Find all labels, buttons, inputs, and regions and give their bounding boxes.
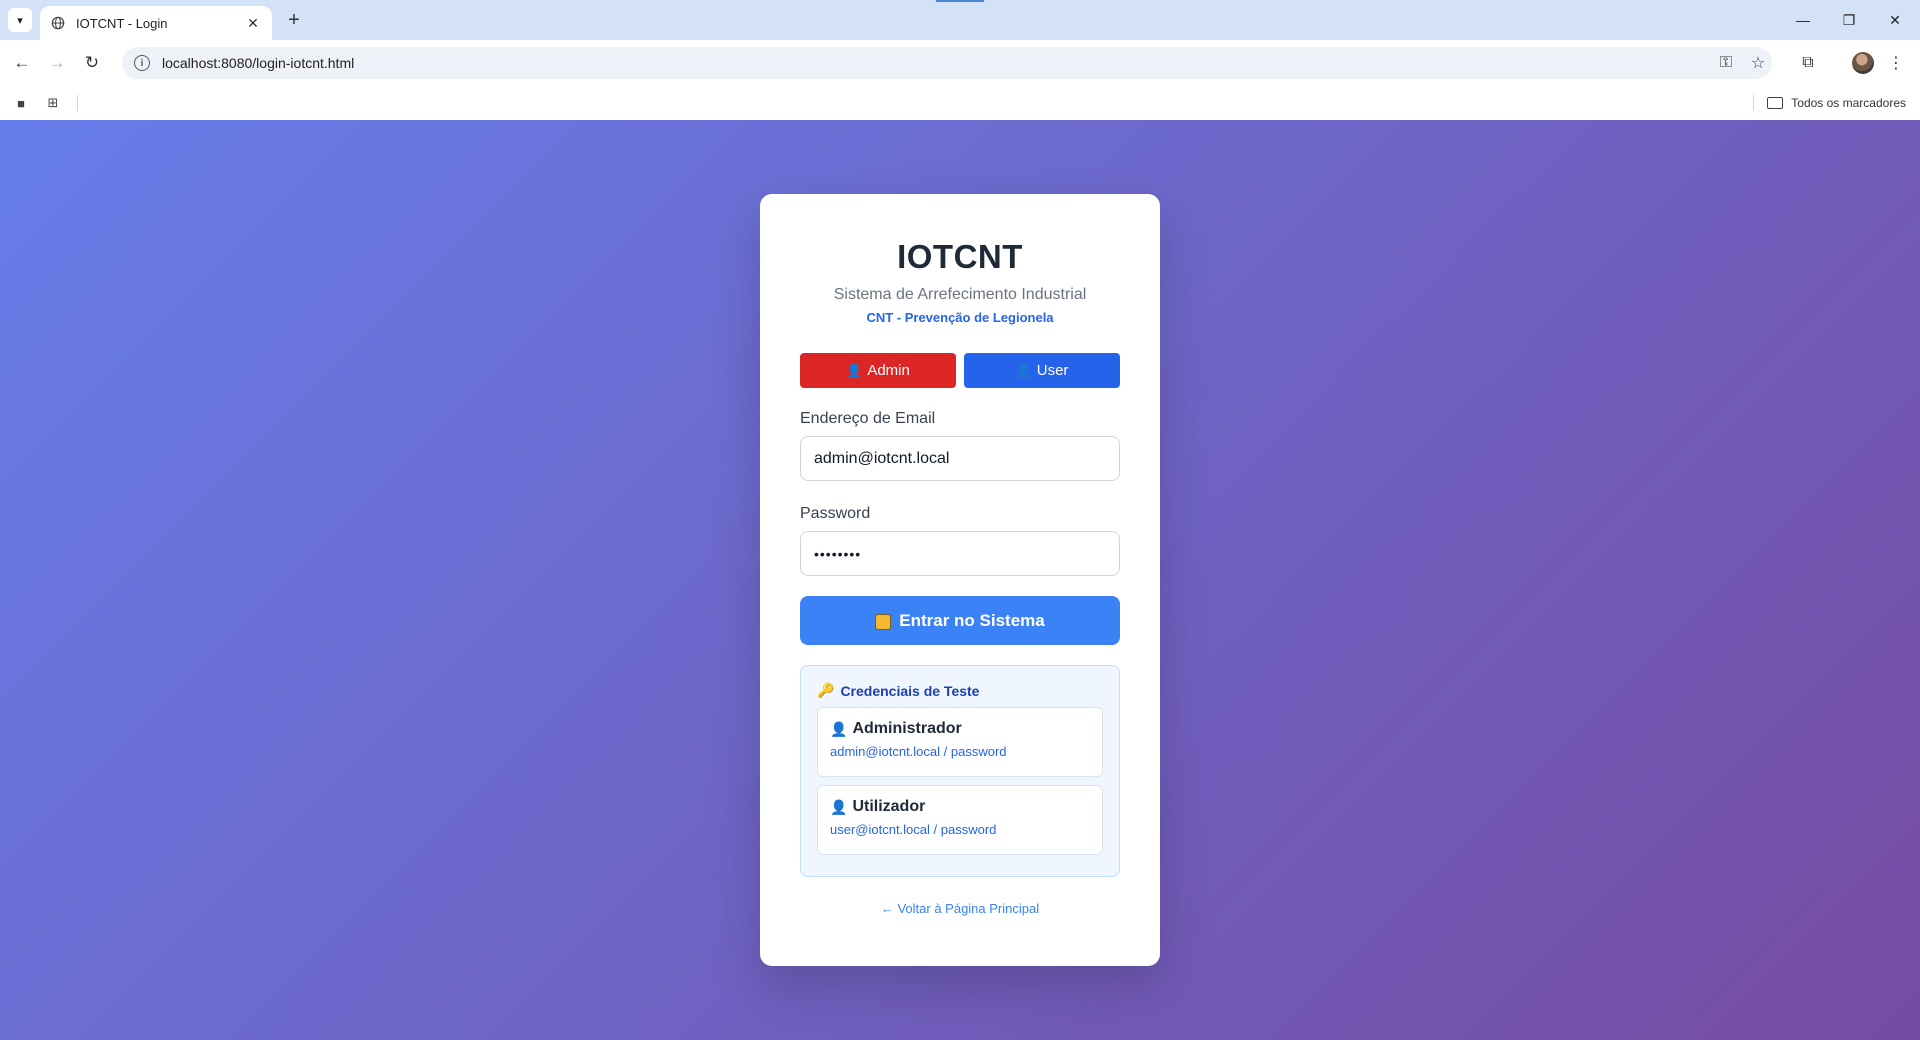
- all-bookmarks-folder[interactable]: Todos os marcadores: [1767, 92, 1906, 114]
- address-bar[interactable]: i localhost:8080/login-iotcnt.html: [122, 47, 1772, 79]
- close-window-button[interactable]: ✕: [1872, 0, 1918, 40]
- email-label: Endereço de Email: [800, 410, 936, 427]
- user-role-button[interactable]: 👤 User: [964, 353, 1120, 388]
- credential-user[interactable]: 👤 Utilizador user@iotcnt.local / passwor…: [817, 785, 1103, 855]
- extensions-icon[interactable]: ⧉: [1794, 49, 1822, 77]
- brand-title: IOTCNT: [897, 238, 1023, 275]
- bookmarks-bar: ■ ⊞ Todos os marcadores: [0, 86, 1920, 120]
- user-role-label: User: [1036, 362, 1069, 379]
- credential-name-text: Administrador: [852, 720, 962, 737]
- role-selector: 👤 Admin 👤 User: [800, 353, 1120, 388]
- person-icon: 👤: [830, 720, 848, 737]
- site-info-icon[interactable]: i: [134, 55, 150, 71]
- page-background: IOTCNT Sistema de Arrefecimento Industri…: [0, 120, 1920, 1040]
- credential-name: 👤 Utilizador: [830, 798, 1090, 816]
- admin-role-button[interactable]: 👤 Admin: [800, 353, 956, 388]
- bookmarks-divider-right: [1753, 95, 1754, 111]
- person-icon: 👤: [1015, 362, 1032, 378]
- brand-tagline: CNT - Prevenção de Legionela: [866, 310, 1054, 325]
- brand-subtitle: Sistema de Arrefecimento Industrial: [833, 286, 1087, 303]
- credential-name: 👤 Administrador: [830, 720, 1090, 738]
- test-credentials-box: 🔑 Credenciais de Teste 👤 Administrador a…: [800, 665, 1120, 877]
- back-home-link[interactable]: ← Voltar à Página Principal: [800, 901, 1120, 916]
- email-value: admin@iotcnt.local: [814, 449, 950, 467]
- chevron-down-icon: ▾: [17, 14, 23, 27]
- all-bookmarks-label: Todos os marcadores: [1791, 96, 1906, 110]
- menu-icon[interactable]: ⋮: [1882, 49, 1910, 77]
- credential-admin[interactable]: 👤 Administrador admin@iotcnt.local / pas…: [817, 707, 1103, 777]
- tab-indicator: [936, 0, 984, 2]
- url-text: localhost:8080/login-iotcnt.html: [162, 55, 355, 71]
- restore-button[interactable]: ❐: [1826, 0, 1872, 40]
- bookmarks-divider: [77, 95, 78, 111]
- credential-name-text: Utilizador: [852, 798, 926, 815]
- test-credentials-title: 🔑 Credenciais de Teste: [817, 682, 1103, 699]
- reload-button[interactable]: ↻: [78, 49, 106, 77]
- browser-toolbar: ← → ↻ i localhost:8080/login-iotcnt.html…: [0, 40, 1920, 86]
- close-tab-icon[interactable]: ✕: [244, 14, 262, 32]
- browser-tab[interactable]: IOTCNT - Login ✕: [40, 6, 272, 40]
- forward-arrow-icon: →: [48, 53, 66, 72]
- minimize-button[interactable]: —: [1780, 0, 1826, 40]
- person-icon: 👤: [846, 362, 863, 378]
- new-tab-button[interactable]: +: [280, 7, 308, 33]
- credential-line: user@iotcnt.local / password: [830, 822, 997, 837]
- submit-label: Entrar no Sistema: [899, 610, 1045, 630]
- sidebar-icon[interactable]: ■: [12, 94, 30, 112]
- forward-button[interactable]: →: [43, 49, 71, 77]
- profile-avatar[interactable]: [1852, 52, 1874, 74]
- globe-icon: [50, 15, 66, 31]
- back-button[interactable]: ←: [8, 49, 36, 77]
- key-icon: 🔑: [817, 682, 835, 698]
- tab-title: IOTCNT - Login: [76, 15, 168, 31]
- back-arrow-icon: ←: [13, 53, 31, 72]
- person-icon: 👤: [830, 798, 848, 815]
- password-label: Password: [800, 505, 871, 522]
- reload-icon: ↻: [84, 53, 100, 72]
- credential-line: admin@iotcnt.local / password: [830, 744, 1007, 759]
- password-key-icon[interactable]: ⚿: [1712, 49, 1740, 77]
- admin-role-label: Admin: [867, 362, 910, 379]
- login-submit-button[interactable]: Entrar no Sistema: [800, 596, 1120, 645]
- bookmark-star-icon[interactable]: ☆: [1744, 49, 1772, 77]
- folder-icon: [1767, 97, 1784, 109]
- tab-search-button[interactable]: ▾: [8, 8, 32, 32]
- browser-tabstrip: ▾ IOTCNT - Login ✕ + — ❐ ✕: [0, 0, 1920, 40]
- apps-grid-icon[interactable]: ⊞: [44, 94, 62, 112]
- test-credentials-label: Credenciais de Teste: [840, 682, 980, 699]
- password-value: ••••••••: [814, 545, 862, 562]
- login-card: IOTCNT Sistema de Arrefecimento Industri…: [760, 194, 1160, 966]
- email-field[interactable]: admin@iotcnt.local: [800, 436, 1120, 481]
- lock-icon: [875, 613, 892, 630]
- password-field[interactable]: ••••••••: [800, 531, 1120, 576]
